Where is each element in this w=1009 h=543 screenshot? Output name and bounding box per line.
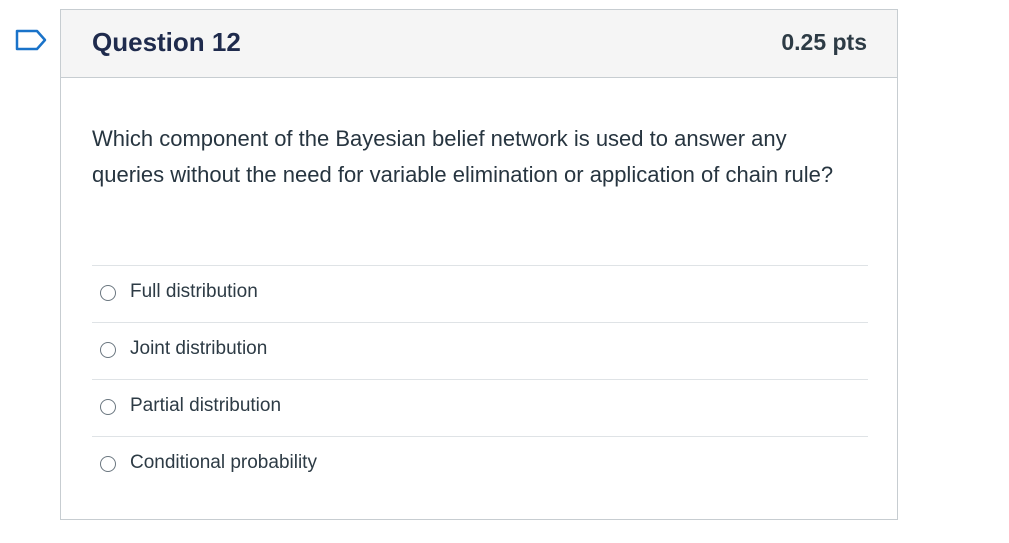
radio-button[interactable]: [100, 399, 116, 415]
answer-label: Partial distribution: [130, 395, 282, 416]
answer-label: Full distribution: [130, 281, 258, 302]
radio-button[interactable]: [100, 342, 116, 358]
answer-list: Full distribution Joint distribution Par…: [92, 265, 868, 493]
radio-button[interactable]: [100, 285, 116, 301]
answer-option-joint-distribution[interactable]: Joint distribution: [92, 322, 868, 379]
answer-option-partial-distribution[interactable]: Partial distribution: [92, 379, 868, 436]
radio-button[interactable]: [100, 456, 116, 472]
answer-label: Conditional probability: [130, 452, 317, 473]
question-points: 0.25 pts: [781, 29, 867, 55]
flag-question-icon[interactable]: [15, 29, 47, 51]
answer-option-full-distribution[interactable]: Full distribution: [92, 265, 868, 322]
question-card: Question 12 0.25 pts Which component of …: [60, 9, 898, 520]
answer-label: Joint distribution: [130, 338, 268, 359]
question-title: Question 12: [92, 27, 241, 57]
answer-option-conditional-probability[interactable]: Conditional probability: [92, 436, 868, 493]
question-text: Which component of the Bayesian belief n…: [92, 126, 834, 187]
question-header: Question 12 0.25 pts: [61, 10, 897, 78]
